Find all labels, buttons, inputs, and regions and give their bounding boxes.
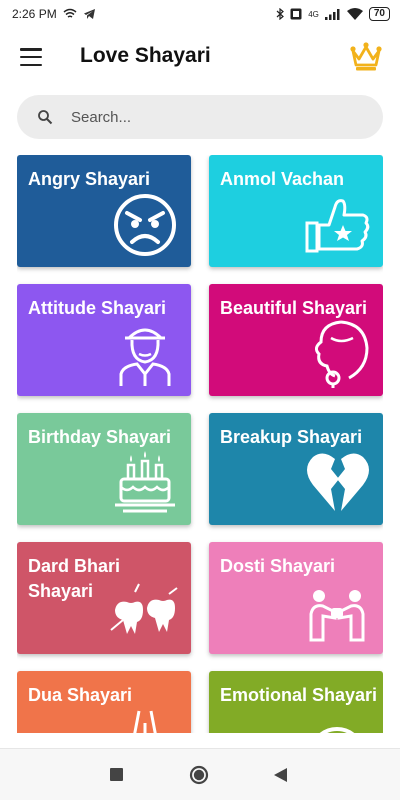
- triangle-back-icon[interactable]: [274, 768, 287, 782]
- search-bar[interactable]: [17, 95, 383, 139]
- angry-face-icon: [114, 194, 176, 256]
- category-card-beautiful-shayari[interactable]: Beautiful Shayari: [209, 284, 383, 396]
- category-card-anmol-vachan[interactable]: Anmol Vachan: [209, 155, 383, 267]
- telegram-icon: [83, 9, 95, 19]
- broken-teeth-icon: [110, 583, 178, 634]
- status-right: 4G 70: [276, 7, 390, 21]
- bluetooth-icon: [276, 8, 285, 20]
- woman-face-icon: [314, 320, 369, 388]
- search-icon: [38, 110, 53, 125]
- circle-home-icon[interactable]: [189, 765, 209, 785]
- category-grid: Angry Shayari Anmol Vachan Attitude Shay…: [17, 155, 383, 733]
- system-nav-bar: [0, 748, 400, 800]
- hamburger-menu-icon[interactable]: [20, 48, 42, 66]
- status-left: 2:26 PM: [12, 7, 96, 21]
- app-bar: Love Shayari: [0, 28, 400, 88]
- category-card-dua-shayari[interactable]: Dua Shayari: [17, 671, 191, 733]
- square-recents-icon[interactable]: [110, 768, 123, 781]
- praying-hands-icon: [133, 710, 157, 733]
- broken-heart-icon: [307, 453, 369, 511]
- wifi-calling-icon: [63, 8, 77, 18]
- category-card-emotional-shayari[interactable]: Emotional Shayari: [209, 671, 383, 733]
- category-card-breakup-shayari[interactable]: Breakup Shayari: [209, 413, 383, 525]
- network-type: 4G: [308, 9, 319, 19]
- battery-indicator: 70: [368, 7, 390, 21]
- category-card-angry-shayari[interactable]: Angry Shayari: [17, 155, 191, 267]
- wifi-icon: [346, 8, 363, 20]
- emotional-face-icon: [319, 727, 355, 733]
- thumbs-up-icon: [305, 199, 370, 253]
- volte-icon: [290, 8, 302, 20]
- status-time: 2:26 PM: [12, 7, 57, 21]
- friends-hands-icon: [309, 590, 365, 642]
- category-card-birthday-shayari[interactable]: Birthday Shayari: [17, 413, 191, 525]
- category-card-dard-bhari-shayari[interactable]: Dard Bhari Shayari: [17, 542, 191, 654]
- category-card-dosti-shayari[interactable]: Dosti Shayari: [209, 542, 383, 654]
- man-in-cap-icon: [119, 328, 171, 386]
- search-input[interactable]: [71, 108, 341, 126]
- crown-icon[interactable]: [348, 40, 384, 74]
- status-bar: 2:26 PM 4G 70: [0, 0, 400, 28]
- app-title: Love Shayari: [80, 44, 211, 67]
- signal-icon: [324, 9, 340, 20]
- birthday-cake-icon: [115, 451, 175, 513]
- category-card-attitude-shayari[interactable]: Attitude Shayari: [17, 284, 191, 396]
